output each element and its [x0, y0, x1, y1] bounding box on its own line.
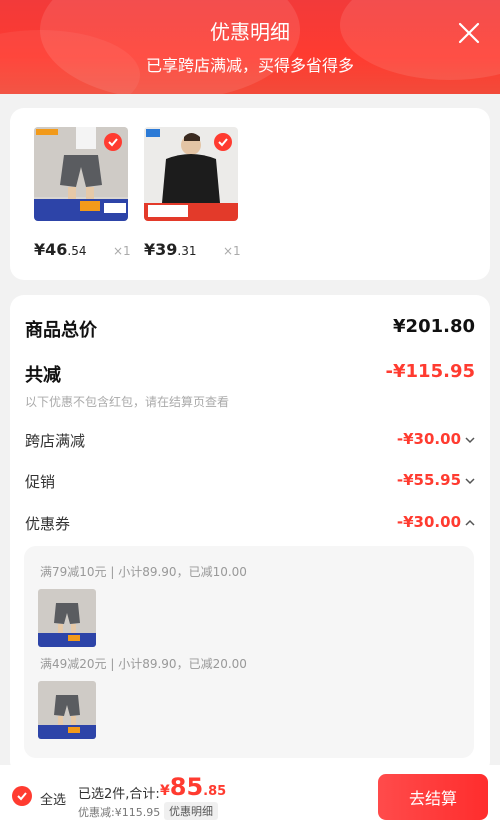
checkout-button[interactable]: 去结算	[378, 774, 488, 820]
coupon-row[interactable]: 优惠券 -¥30.00	[25, 513, 475, 534]
promotion-value: -¥55.95	[396, 471, 461, 489]
promotion-label: 促销	[25, 473, 56, 491]
product-qty: ×1	[113, 244, 131, 258]
cross-store-row[interactable]: 跨店满减 -¥30.00	[25, 430, 475, 451]
checkout-bar: 全选 已选2件,合计: ¥85.85 优惠减:¥115.95 优惠明细 去结算	[0, 765, 500, 820]
coupon-line: 满79减10元 | 小计89.90，已减10.00	[40, 565, 247, 579]
cross-store-label: 跨店满减	[25, 432, 86, 450]
coupon-label: 优惠券	[25, 515, 71, 533]
total-reduce-value: -¥115.95	[385, 361, 475, 382]
total-price-value: ¥201.80	[393, 316, 475, 337]
coupon-product-thumb	[38, 681, 96, 739]
products-card: ¥46.54 ×1 ¥39.31 ×1	[10, 108, 490, 280]
product-selected-check-icon[interactable]	[104, 133, 122, 151]
select-all-check-icon[interactable]	[12, 786, 32, 806]
total-reduce-label: 共减	[25, 365, 61, 386]
selected-summary: 已选2件,合计:	[78, 787, 160, 802]
product-price: ¥39.31	[144, 240, 197, 259]
page-title: 优惠明细	[210, 20, 290, 44]
coupon-value: -¥30.00	[396, 513, 461, 531]
page-subtitle: 已享跨店满减，买得多省得多	[145, 56, 354, 75]
promotion-row[interactable]: 促销 -¥55.95	[25, 471, 475, 492]
discount-note: 以下优惠不包含红包，请在结算页查看	[25, 395, 230, 409]
chevron-down-icon[interactable]	[465, 477, 475, 485]
product-qty: ×1	[223, 244, 241, 258]
select-all-label[interactable]: 全选	[40, 789, 66, 808]
total-reduce-row: 共减 -¥115.95	[25, 361, 475, 387]
coupon-detail-panel: 满79减10元 | 小计89.90，已减10.00 满49减20元 | 小计89…	[24, 546, 474, 758]
product-image-shorts[interactable]	[34, 127, 128, 221]
discount-total: 优惠减:¥115.95	[78, 806, 161, 819]
chevron-down-icon[interactable]	[465, 436, 475, 444]
header-banner: 优惠明细 已享跨店满减，买得多省得多	[0, 0, 500, 94]
coupon-product-thumb	[38, 589, 96, 647]
product-price: ¥46.54	[34, 240, 87, 259]
cross-store-value: -¥30.00	[396, 430, 461, 448]
discount-detail-button[interactable]: 优惠明细	[164, 802, 218, 820]
discount-details-card: 商品总价 ¥201.80 共减 -¥115.95 以下优惠不包含红包，请在结算页…	[10, 295, 490, 775]
close-icon[interactable]	[458, 22, 480, 44]
total-amount: ¥85.85	[160, 773, 227, 801]
total-price-label: 商品总价	[25, 320, 97, 341]
total-price-row: 商品总价 ¥201.80	[25, 316, 475, 342]
coupon-line: 满49减20元 | 小计89.90，已减20.00	[40, 657, 247, 671]
chevron-up-icon[interactable]	[465, 519, 475, 527]
product-selected-check-icon[interactable]	[214, 133, 232, 151]
product-image-sweater[interactable]	[144, 127, 238, 221]
